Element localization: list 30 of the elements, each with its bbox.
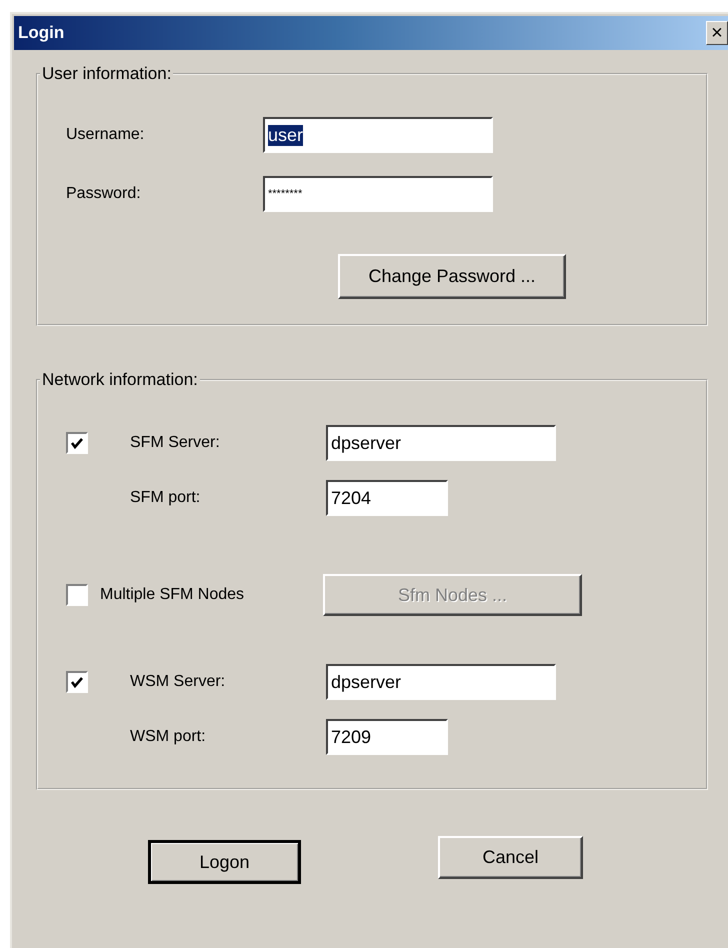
checkbox-label: Multiple SFM Nodes [100, 586, 246, 604]
text-field[interactable]: 7209 [326, 719, 448, 755]
change-password-button[interactable]: Change Password ... [338, 254, 566, 299]
field-value: dpserver [331, 432, 402, 454]
field-label: WSM Server: [130, 673, 226, 691]
field-label: SFM port: [130, 489, 202, 507]
field-label: WSM port: [130, 728, 207, 746]
text-field[interactable]: ******** [263, 176, 493, 212]
text-field[interactable]: dpserver [326, 425, 556, 461]
field-value: ******** [268, 188, 302, 200]
field-value: 7209 [331, 726, 372, 748]
check-icon [70, 675, 84, 689]
close-button[interactable]: × [706, 21, 728, 45]
field-value: dpserver [331, 672, 402, 692]
field-label: Password: [66, 185, 142, 203]
field-label: Username: [66, 126, 146, 144]
checkbox[interactable] [66, 671, 88, 693]
text-field[interactable]: user [263, 117, 493, 153]
text-field[interactable]: 7204 [326, 480, 448, 516]
group-title: Network information: [41, 370, 199, 390]
field-value: user [268, 124, 304, 146]
field-label: SFM Server: [130, 434, 221, 452]
field-value: 7204 [331, 488, 372, 508]
group-title: User information: [41, 64, 172, 84]
checkbox[interactable] [66, 432, 88, 454]
text-field[interactable]: dpserver [326, 664, 556, 700]
window-title: Login [18, 23, 64, 43]
cancel-button[interactable]: Cancel [438, 836, 583, 879]
logon-button[interactable]: Logon [148, 840, 301, 884]
check-icon [70, 436, 84, 450]
